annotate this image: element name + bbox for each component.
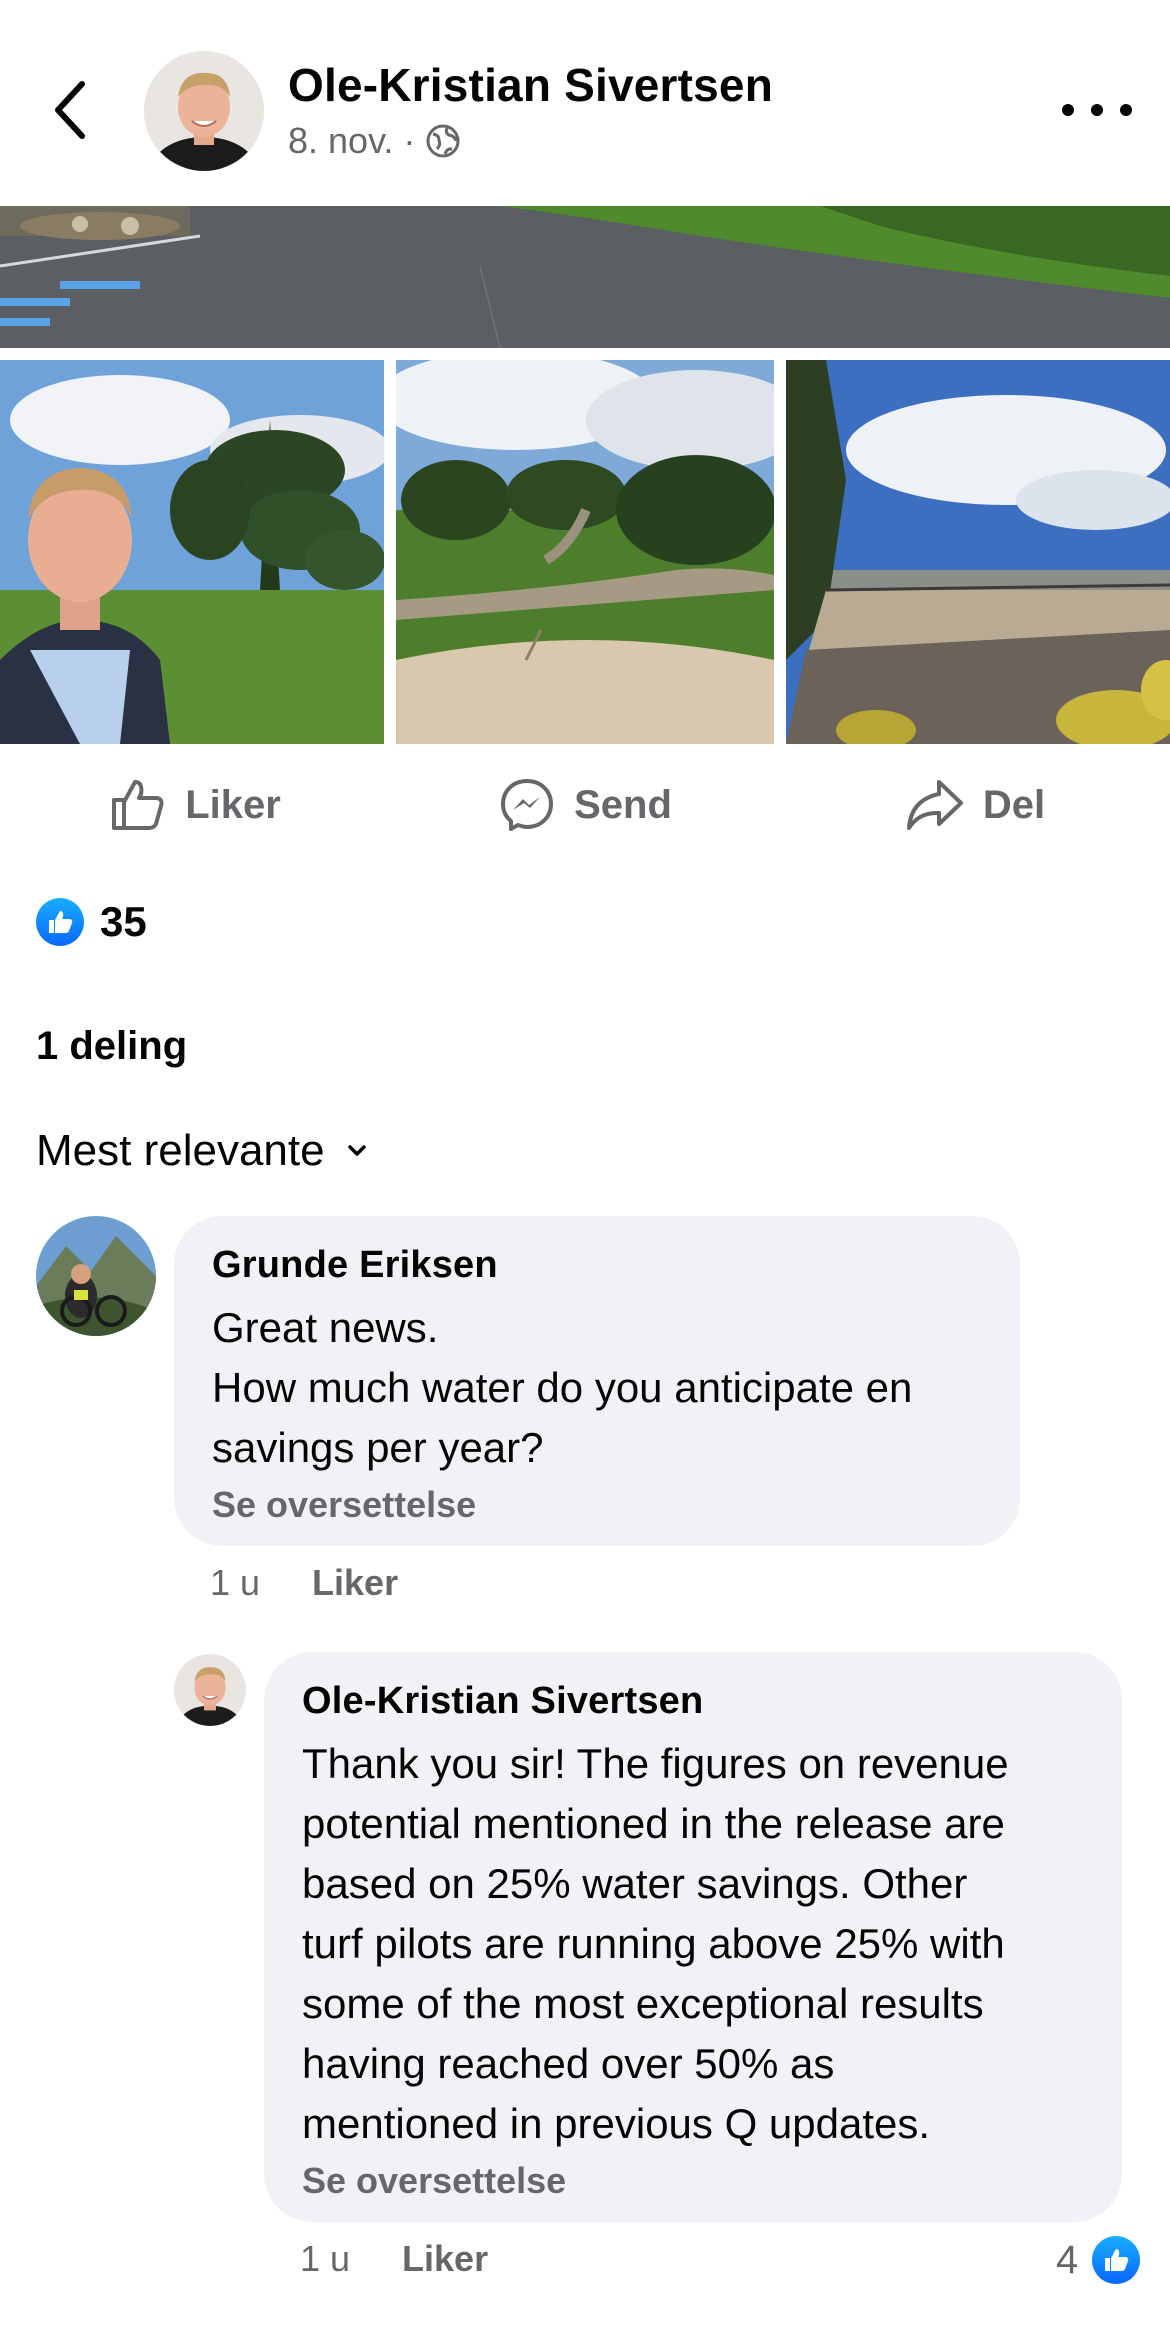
post-photo-fairway[interactable]	[396, 360, 774, 744]
comment-author[interactable]: Grunde Eriksen	[212, 1244, 498, 1287]
reply-author[interactable]: Ole-Kristian Sivertsen	[302, 1680, 703, 1723]
reply-line: having reached over 50% as	[302, 2040, 835, 2087]
messenger-icon	[501, 779, 554, 831]
reply-line: turf pilots are running above 25% with	[302, 1920, 1005, 1967]
globe-icon	[426, 124, 460, 158]
reply-reaction-count: 4	[1056, 2237, 1079, 2282]
meta-separator: ·	[403, 120, 416, 161]
comment-text: Great news. How much water do you antici…	[212, 1298, 1012, 1478]
more-dot	[1062, 104, 1074, 116]
post-photo-selfie[interactable]	[0, 360, 384, 744]
back-button[interactable]	[40, 72, 100, 148]
like-reaction-icon	[36, 898, 84, 946]
chevron-left-icon	[55, 81, 85, 139]
thumbs-up-icon	[112, 780, 164, 830]
comment-meta: 1 u Liker	[210, 1562, 398, 1604]
comment-line: How much water do you anticipate en	[212, 1364, 913, 1411]
sort-label: Mest relevante	[36, 1126, 325, 1175]
comment-line: savings per year?	[212, 1424, 544, 1471]
reply-text: Thank you sir! The figures on revenue po…	[302, 1734, 1114, 2154]
reply-line: based on 25% water savings. Other	[302, 1860, 968, 1907]
more-dot	[1091, 104, 1103, 116]
comment-line: Great news.	[212, 1304, 439, 1351]
commenter-avatar[interactable]	[36, 1216, 156, 1336]
reply-line: some of the most exceptional results	[302, 1980, 984, 2027]
reply-line: mentioned in previous Q updates.	[302, 2100, 931, 2147]
send-button[interactable]: Send	[390, 760, 780, 850]
comment-bubble[interactable]: Grunde Eriksen Great news. How much wate…	[174, 1216, 1020, 1546]
comment-sort-dropdown[interactable]: Mest relevante	[36, 1126, 367, 1176]
reply-bubble[interactable]: Ole-Kristian Sivertsen Thank you sir! Th…	[264, 1652, 1122, 2222]
like-label: Liker	[185, 782, 281, 827]
like-reaction-icon	[1092, 2236, 1141, 2284]
send-label: Send	[574, 782, 672, 827]
reaction-summary[interactable]: 35	[36, 898, 147, 946]
share-count[interactable]: 1 deling	[36, 1024, 187, 1069]
more-options-button[interactable]	[1062, 90, 1132, 130]
comment-time[interactable]: 1 u	[210, 1562, 260, 1604]
reaction-count: 35	[100, 898, 147, 945]
post-header: Ole-Kristian Sivertsen 8. nov. ·	[0, 0, 1170, 206]
reply-author-avatar[interactable]	[174, 1654, 246, 1726]
post-date[interactable]: 8. nov.	[288, 120, 393, 162]
reply-reaction-summary[interactable]: 4	[1056, 2236, 1141, 2284]
post-photo-road[interactable]	[0, 206, 1170, 348]
author-name[interactable]: Ole-Kristian Sivertsen	[288, 58, 773, 112]
more-dot	[1120, 104, 1132, 116]
like-button[interactable]: Liker	[0, 760, 390, 850]
share-label: Del	[982, 782, 1046, 827]
comment-like-button[interactable]: Liker	[312, 1562, 398, 1604]
reply-like-button[interactable]: Liker	[402, 2238, 488, 2280]
reply-line: potential mentioned in the release are	[302, 1800, 1005, 1847]
share-arrow-icon	[906, 780, 963, 830]
author-avatar[interactable]	[144, 51, 264, 171]
post-action-bar: Liker Send Del	[0, 760, 1170, 850]
chevron-down-icon	[347, 1145, 366, 1156]
reply-meta: 1 u Liker	[300, 2238, 488, 2280]
see-translation-link[interactable]: Se oversettelse	[302, 2160, 566, 2202]
share-button[interactable]: Del	[780, 760, 1170, 850]
reply-time[interactable]: 1 u	[300, 2238, 350, 2280]
see-translation-link[interactable]: Se oversettelse	[212, 1484, 476, 1526]
post-meta: 8. nov. ·	[288, 120, 461, 162]
post-photo-terrace[interactable]	[786, 360, 1170, 744]
reply-line: Thank you sir! The figures on revenue	[302, 1740, 1009, 1787]
